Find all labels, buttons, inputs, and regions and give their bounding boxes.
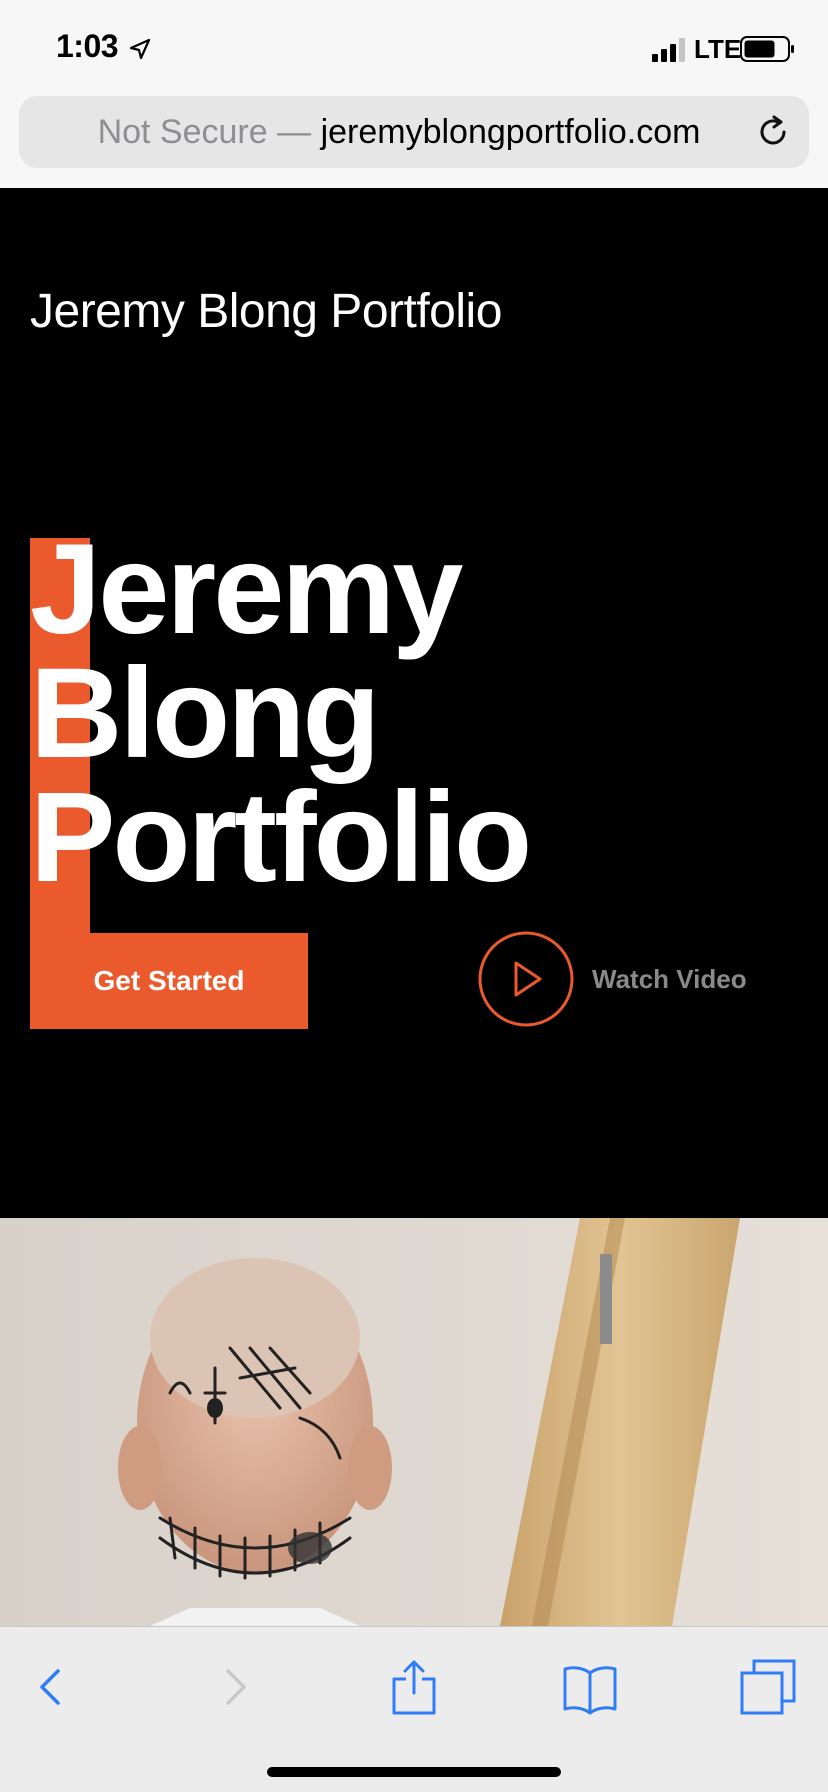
headline-line: Blong: [30, 642, 381, 785]
url-domain: jeremyblongportfolio.com: [320, 113, 701, 151]
reload-icon[interactable]: [755, 114, 791, 150]
browser-toolbar: [0, 1626, 828, 1792]
share-icon[interactable]: [384, 1657, 444, 1717]
url-separator: —: [267, 113, 321, 151]
status-time: 1:03: [56, 28, 119, 64]
headline-line: Jeremy: [30, 518, 463, 661]
browser-top-chrome: 1:03 LTE Not Secure — jeremyblongportfol…: [0, 0, 828, 188]
hero-section: Jeremy Blong Portfolio Jeremy Blong Port…: [0, 188, 828, 1218]
hero-photo: [0, 1218, 828, 1626]
forward-icon[interactable]: [204, 1657, 264, 1717]
photo-illustration: [0, 1218, 828, 1626]
back-icon[interactable]: [22, 1657, 82, 1717]
get-started-button[interactable]: Get Started: [30, 933, 308, 1029]
watch-video-link[interactable]: Watch Video: [478, 931, 798, 1031]
location-arrow-icon: [129, 38, 151, 60]
status-bar: 1:03 LTE: [0, 0, 828, 96]
site-title[interactable]: Jeremy Blong Portfolio: [30, 284, 502, 339]
url-display[interactable]: Not Secure — jeremyblongportfolio.com: [19, 96, 779, 168]
home-indicator: [267, 1767, 561, 1777]
bookmarks-icon[interactable]: [560, 1657, 620, 1717]
security-label: Not Secure: [97, 113, 268, 151]
watch-video-label: Watch Video: [592, 964, 747, 994]
network-type: LTE: [694, 34, 742, 64]
signal-bars-icon: [652, 38, 685, 62]
tabs-icon[interactable]: [738, 1657, 798, 1717]
address-bar[interactable]: Not Secure — jeremyblongportfolio.com: [19, 96, 809, 168]
play-icon[interactable]: [478, 931, 574, 1027]
hero-headline: Jeremy Blong Portfolio: [30, 518, 810, 909]
battery-icon: [740, 36, 794, 62]
headline-line: Portfolio: [30, 766, 532, 909]
